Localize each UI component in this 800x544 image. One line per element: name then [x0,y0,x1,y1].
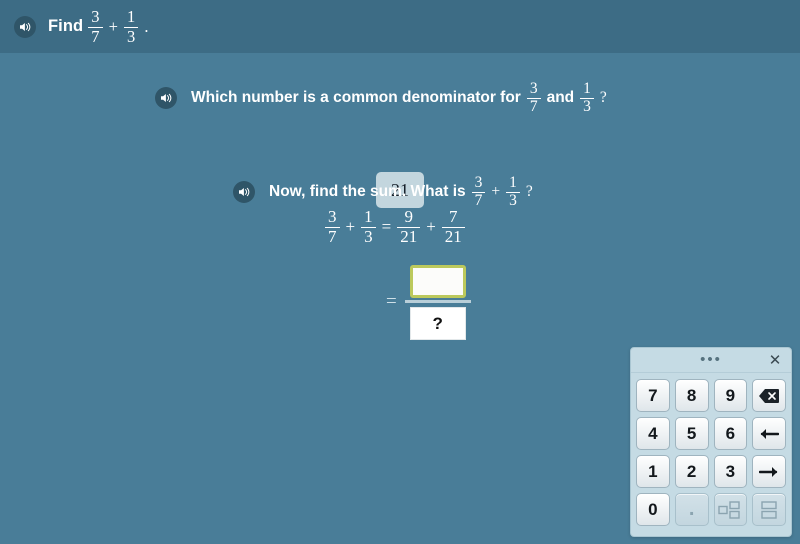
key-3[interactable]: 3 [713,455,748,488]
fraction-denominator: 3 [361,226,376,246]
plus-operator: + [426,216,436,236]
equation-fraction-9-21: 9 21 [397,207,421,246]
fraction-denominator: 7 [325,226,340,246]
fraction-numerator: 1 [583,80,591,97]
arrow-left-key[interactable] [752,417,786,450]
question-1-conjunction: and [546,89,575,107]
fraction-denominator: 3 [124,26,139,45]
fraction-numerator: 9 [404,207,413,226]
key-1[interactable]: 1 [636,455,670,488]
fraction-denominator: 21 [397,226,421,246]
fraction-1-3: 1 3 [124,7,139,45]
question-mark: ? [599,89,607,107]
keypad-grid: 789 456 123 0. [631,373,791,532]
fraction-denominator: 3 [580,98,594,115]
key-9[interactable]: 9 [713,379,748,412]
mixed-number-key [713,493,748,526]
answer-input-block: = ? [386,265,471,340]
fraction-numerator: 3 [328,207,337,226]
fraction-numerator: 3 [529,80,538,97]
fraction-numerator: 1 [364,207,373,226]
fraction-1-3: 1 3 [506,174,520,210]
question-1-text: Which number is a common denominator for… [191,80,607,116]
equation-line: 3 7 + 1 3 = 9 21 + 7 21 [325,208,465,246]
question-2-expression: 3 7 + 1 3 ? [471,174,533,210]
fraction-denominator: 7 [526,98,541,115]
fraction-denominator: 3 [506,192,520,209]
fraction-denominator: 7 [471,192,486,209]
fraction-numerator: 1 [509,174,517,191]
key-4[interactable]: 4 [636,417,670,450]
equals-operator: = [381,216,392,236]
numeric-keypad[interactable]: ••• ✕ 789 456 123 0. [630,347,792,537]
plus-operator: + [108,16,118,36]
plus-operator: + [491,183,501,201]
equals-operator: = [386,290,397,312]
answer-fraction: ? [404,265,471,340]
fraction-numerator: 1 [127,7,136,27]
question-1-row: Which number is a common denominator for… [155,80,607,116]
period: . [144,16,149,36]
question-mark: ? [525,183,533,201]
fraction-3-7: 3 7 [88,7,103,45]
key-0[interactable]: 0 [636,493,670,526]
speaker-icon[interactable] [233,181,255,204]
equation-fraction-7-21: 7 21 [441,207,465,246]
header-label: Find [48,17,84,35]
key-5[interactable]: 5 [674,417,709,450]
key-decimal: . [674,493,709,526]
fraction-numerator: 3 [474,174,483,191]
question-1-expression-2: 1 3 ? [580,80,607,116]
fraction-denominator: 7 [88,26,103,45]
key-8[interactable]: 8 [674,379,709,412]
key-2[interactable]: 2 [674,455,709,488]
equation-fraction-3-7: 3 7 [325,208,340,246]
key-6[interactable]: 6 [713,417,748,450]
header-expression: 3 7 + 1 3 . [88,8,148,45]
close-icon[interactable]: ✕ [767,352,783,368]
question-1-label: Which number is a common denominator for [191,89,521,107]
fraction-1-3: 1 3 [580,80,594,116]
denominator-input[interactable]: ? [409,307,466,340]
arrow-right-key[interactable] [752,455,786,488]
question-2-label: Now, find the sum. What is [269,183,466,201]
question-1-expression: 3 7 [526,80,541,116]
speaker-icon[interactable] [14,15,36,38]
plus-operator: + [345,216,356,236]
backspace-key[interactable] [752,379,786,412]
equation-fraction-1-3: 1 3 [361,208,376,246]
numerator-input[interactable] [409,265,466,298]
drag-handle-icon[interactable]: ••• [700,352,722,367]
key-7[interactable]: 7 [636,379,670,412]
fraction-3-7: 3 7 [526,80,541,116]
question-2-row: Now, find the sum. What is 3 7 + 1 3 ? [233,174,533,210]
question-2-text: Now, find the sum. What is 3 7 + 1 3 ? [269,174,533,210]
keypad-titlebar: ••• ✕ [631,348,791,373]
header-bar: Find 3 7 + 1 3 . [0,0,800,53]
speaker-icon[interactable] [155,87,177,110]
fraction-denominator: 21 [441,226,465,246]
header-prompt: Find 3 7 + 1 3 . [48,8,149,45]
fraction-numerator: 3 [91,7,100,27]
fraction-3-7: 3 7 [471,174,486,210]
fraction-bar [404,300,471,303]
fraction-key [752,493,786,526]
fraction-numerator: 7 [449,207,458,226]
